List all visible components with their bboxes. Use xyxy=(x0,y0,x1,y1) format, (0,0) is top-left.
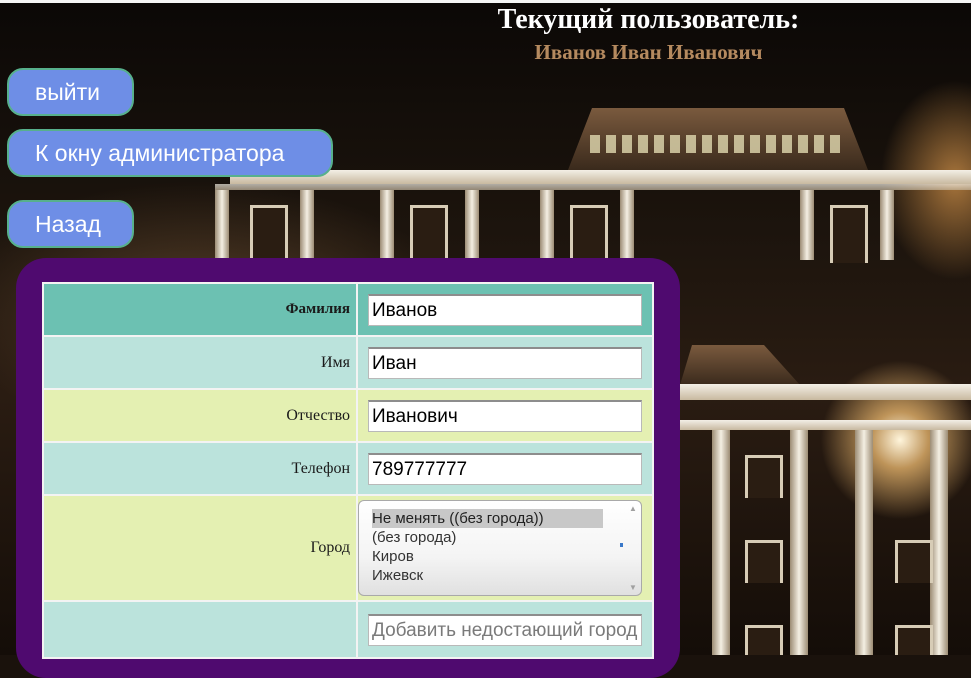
form-row-phone: Телефон 789777777 xyxy=(44,443,652,494)
patronymic-input[interactable]: Иванович xyxy=(368,399,643,432)
surname-label: Фамилия xyxy=(285,301,351,317)
city-label: Город xyxy=(310,539,351,556)
form-row-surname: Фамилия Иванов xyxy=(44,284,652,335)
surname-cell: Иванов xyxy=(358,284,652,335)
surname-input[interactable]: Иванов xyxy=(368,293,643,326)
user-edit-form: Фамилия Иванов Имя Иван Отчество Иванови… xyxy=(42,282,654,659)
city-cell: Не менять ((без города)) (без города) Ки… xyxy=(358,496,652,600)
patronymic-cell: Иванович xyxy=(358,390,652,441)
current-user-title: Текущий пользователь: xyxy=(497,4,800,35)
form-row-city: Город Не менять ((без города)) (без горо… xyxy=(44,496,652,600)
form-row-patronymic: Отчество Иванович xyxy=(44,390,652,441)
city-option-selected[interactable]: Не менять ((без города)) xyxy=(372,509,604,528)
city-listbox-scrollbar[interactable]: ▲ ▼ xyxy=(625,501,641,595)
name-label: Имя xyxy=(320,353,351,371)
phone-cell: 789777777 xyxy=(358,443,652,494)
back-button[interactable]: Назад xyxy=(7,200,134,248)
add-city-cell: Добавить недостающий город xyxy=(358,602,652,657)
exit-button[interactable]: выйти xyxy=(7,68,134,116)
city-option[interactable]: Ижевск xyxy=(372,566,603,585)
phone-label: Телефон xyxy=(291,459,351,477)
name-input[interactable]: Иван xyxy=(368,346,643,379)
current-user-name: Иванов Иван Иванович xyxy=(534,40,763,64)
patronymic-label: Отчество xyxy=(286,406,351,424)
form-row-name: Имя Иван xyxy=(44,337,652,388)
city-option[interactable]: (без города) xyxy=(372,528,603,547)
city-option[interactable]: Киров xyxy=(372,547,603,566)
scroll-down-icon[interactable]: ▼ xyxy=(629,583,637,592)
form-row-add-city: Добавить недостающий город xyxy=(44,602,652,657)
phone-input[interactable]: 789777777 xyxy=(368,452,643,485)
add-city-input[interactable]: Добавить недостающий город xyxy=(368,613,643,646)
scroll-up-icon[interactable]: ▲ xyxy=(629,504,637,513)
add-city-label-cell xyxy=(44,602,356,657)
city-listbox[interactable]: Не менять ((без города)) (без города) Ки… xyxy=(358,500,643,596)
listbox-marker xyxy=(620,543,624,547)
name-cell: Иван xyxy=(358,337,652,388)
admin-window-button[interactable]: К окну администратора xyxy=(7,129,333,177)
